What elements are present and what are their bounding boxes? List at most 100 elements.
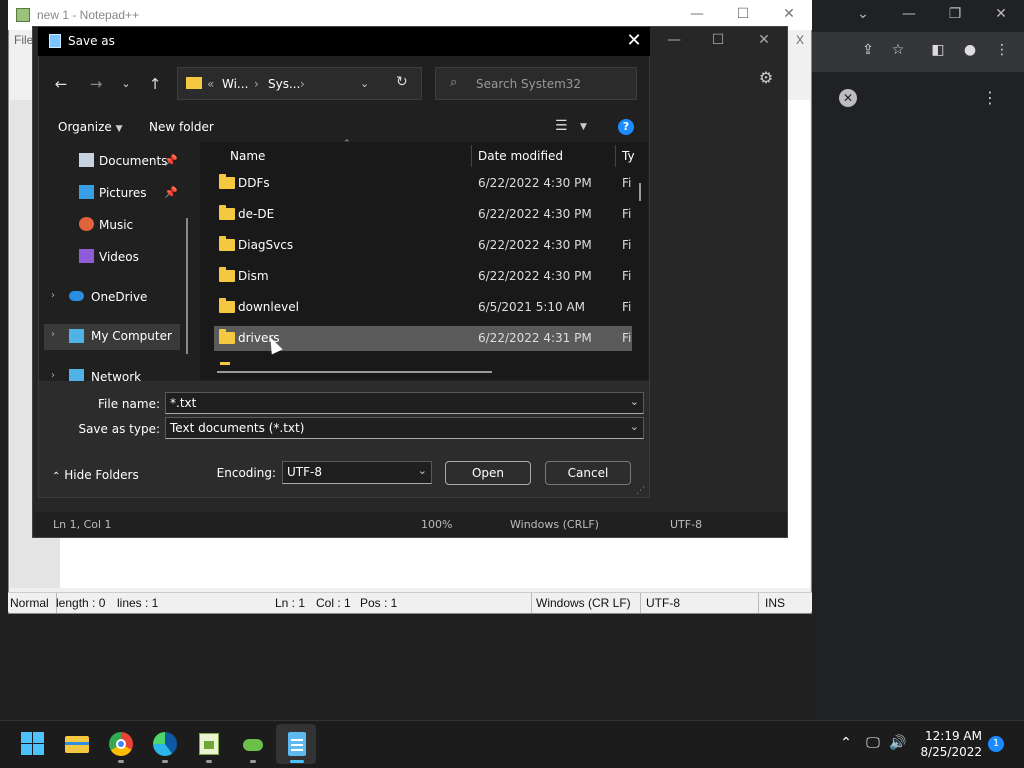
- share-icon[interactable]: ⇪: [858, 42, 878, 62]
- back-arrow-icon[interactable]: ←: [50, 73, 72, 95]
- notepadpp-icon[interactable]: [196, 731, 222, 757]
- chevron-up-icon: ⌃: [52, 471, 61, 482]
- hide-folders-button[interactable]: ⌃ Hide Folders: [52, 468, 139, 482]
- star-icon[interactable]: ☆: [888, 42, 908, 62]
- organize-button[interactable]: Organize ▼: [58, 120, 123, 134]
- column-divider[interactable]: [615, 145, 616, 167]
- expand-chevron-icon[interactable]: ›: [51, 370, 55, 381]
- encoding-select[interactable]: UTF-8 ⌄: [282, 461, 432, 484]
- chrome-icon[interactable]: [108, 731, 134, 757]
- volume-icon[interactable]: 🔊: [888, 735, 908, 751]
- minimize-icon[interactable]: —: [685, 6, 709, 24]
- file-row-dism[interactable]: Dism 6/22/2022 4:30 PM Fi: [214, 264, 632, 289]
- nav-item-onedrive[interactable]: › OneDrive: [40, 287, 190, 311]
- folder-icon: [219, 298, 235, 313]
- file-explorer-icon[interactable]: [64, 731, 90, 757]
- nav-item-label: Documents: [99, 154, 168, 168]
- restore-icon[interactable]: ❐: [944, 6, 966, 24]
- close-icon[interactable]: ✕: [777, 6, 801, 24]
- close-chip-icon[interactable]: ✕: [839, 89, 857, 107]
- lizard-app-icon[interactable]: [240, 731, 266, 757]
- chevron-down-icon[interactable]: ⌄: [630, 395, 639, 408]
- nav-item-label: Videos: [99, 250, 139, 264]
- breadcrumb-windows[interactable]: Wi...: [222, 77, 248, 91]
- file-name-input[interactable]: *.txt ⌄: [165, 392, 644, 414]
- clock[interactable]: 12:19 AM 8/25/2022: [912, 728, 982, 760]
- divider: [758, 593, 759, 613]
- hide-folders-label: Hide Folders: [64, 468, 139, 482]
- organize-label: Organize: [58, 120, 112, 134]
- expand-chevron-icon[interactable]: ›: [51, 290, 55, 301]
- file-row-downlevel[interactable]: downlevel 6/5/2021 5:10 AM Fi: [214, 295, 632, 320]
- nav-item-videos[interactable]: Videos: [40, 247, 190, 271]
- resize-grip-icon[interactable]: ⋰: [636, 486, 645, 496]
- notepadpp-statusbar: Normal length : 0 lines : 1 Ln : 1 Col :…: [8, 592, 812, 613]
- minimize-icon[interactable]: —: [663, 32, 685, 50]
- forward-arrow-icon[interactable]: →: [85, 73, 107, 95]
- maximize-icon[interactable]: ☐: [707, 32, 729, 50]
- help-icon[interactable]: ?: [618, 119, 634, 135]
- folder-icon: [219, 205, 235, 220]
- column-header-date[interactable]: Date modified: [478, 149, 563, 163]
- file-type: Fi: [622, 300, 632, 314]
- minimize-icon[interactable]: —: [898, 6, 920, 24]
- column-header-type[interactable]: Ty: [622, 149, 635, 163]
- more-icon[interactable]: ⋮: [992, 42, 1012, 62]
- file-row-ddfs[interactable]: DDFs 6/22/2022 4:30 PM Fi: [214, 171, 632, 196]
- breadcrumb-separator: ›: [254, 77, 259, 91]
- close-icon[interactable]: ✕: [990, 6, 1012, 24]
- nav-item-pictures[interactable]: Pictures 📌: [40, 183, 190, 207]
- chevron-down-icon[interactable]: ▼: [580, 122, 587, 132]
- file-type: Fi: [622, 207, 632, 221]
- open-button[interactable]: Open: [445, 461, 531, 485]
- profile-icon[interactable]: ●: [960, 42, 980, 62]
- file-row-diagsvcs[interactable]: DiagSvcs 6/22/2022 4:30 PM Fi: [214, 233, 632, 258]
- recent-chevron-icon[interactable]: ⌄: [115, 73, 137, 95]
- status-encoding: UTF-8: [670, 518, 703, 531]
- close-tab-x[interactable]: X: [796, 33, 804, 47]
- sidebar-icon[interactable]: ◧: [928, 42, 948, 62]
- view-options-icon[interactable]: ☰: [555, 118, 568, 134]
- file-name: DiagSvcs: [238, 238, 294, 252]
- gear-icon[interactable]: ⚙: [756, 68, 776, 88]
- close-icon[interactable]: ✕: [622, 30, 646, 52]
- column-divider[interactable]: [471, 145, 472, 167]
- breadcrumb-overflow[interactable]: «: [207, 77, 214, 91]
- close-icon[interactable]: ✕: [753, 32, 775, 50]
- file-name: DDFs: [238, 176, 270, 190]
- network-icon[interactable]: 🖵: [863, 735, 883, 751]
- network-icon: [69, 369, 84, 381]
- nav-item-documents[interactable]: Documents 📌: [40, 151, 190, 175]
- up-arrow-icon[interactable]: ↑: [144, 73, 166, 95]
- column-header-name[interactable]: Name: [230, 149, 265, 163]
- address-dropdown-icon[interactable]: ⌄: [360, 77, 369, 90]
- chevron-down-icon[interactable]: ⌄: [852, 6, 874, 24]
- notification-badge[interactable]: 1: [988, 736, 1004, 752]
- windows-start-icon[interactable]: [20, 731, 46, 757]
- nav-item-my-computer[interactable]: › My Computer: [44, 324, 180, 350]
- notepad-icon[interactable]: [284, 731, 310, 757]
- maximize-icon[interactable]: ☐: [731, 6, 755, 24]
- refresh-icon[interactable]: ↻: [396, 74, 408, 90]
- nav-item-music[interactable]: Music: [40, 215, 190, 239]
- save-type-select[interactable]: Text documents (*.txt) ⌄: [165, 417, 644, 439]
- breadcrumb-system32[interactable]: Sys...: [268, 77, 300, 91]
- cancel-button[interactable]: Cancel: [545, 461, 631, 485]
- more-options-icon[interactable]: ⋮: [982, 88, 998, 108]
- horizontal-scrollbar[interactable]: [217, 371, 492, 373]
- search-input[interactable]: Search System32: [476, 77, 581, 91]
- nav-item-label: My Computer: [91, 329, 172, 343]
- new-folder-button[interactable]: New folder: [149, 120, 214, 134]
- nav-item-network[interactable]: › Network: [40, 367, 190, 381]
- file-name: downlevel: [238, 300, 299, 314]
- edge-icon[interactable]: [152, 731, 178, 757]
- nav-scrollbar[interactable]: [186, 218, 188, 354]
- file-date: 6/22/2022 4:30 PM: [478, 176, 592, 190]
- file-row-de-de[interactable]: de-DE 6/22/2022 4:30 PM Fi: [214, 202, 632, 227]
- vertical-scrollbar[interactable]: [639, 183, 641, 201]
- chevron-up-icon[interactable]: ⌃: [836, 735, 856, 751]
- expand-chevron-icon[interactable]: ›: [51, 329, 55, 340]
- notepadpp-title: new 1 - Notepad++: [37, 8, 140, 22]
- menu-file[interactable]: File: [14, 33, 33, 47]
- status-zoom: 100%: [421, 518, 453, 531]
